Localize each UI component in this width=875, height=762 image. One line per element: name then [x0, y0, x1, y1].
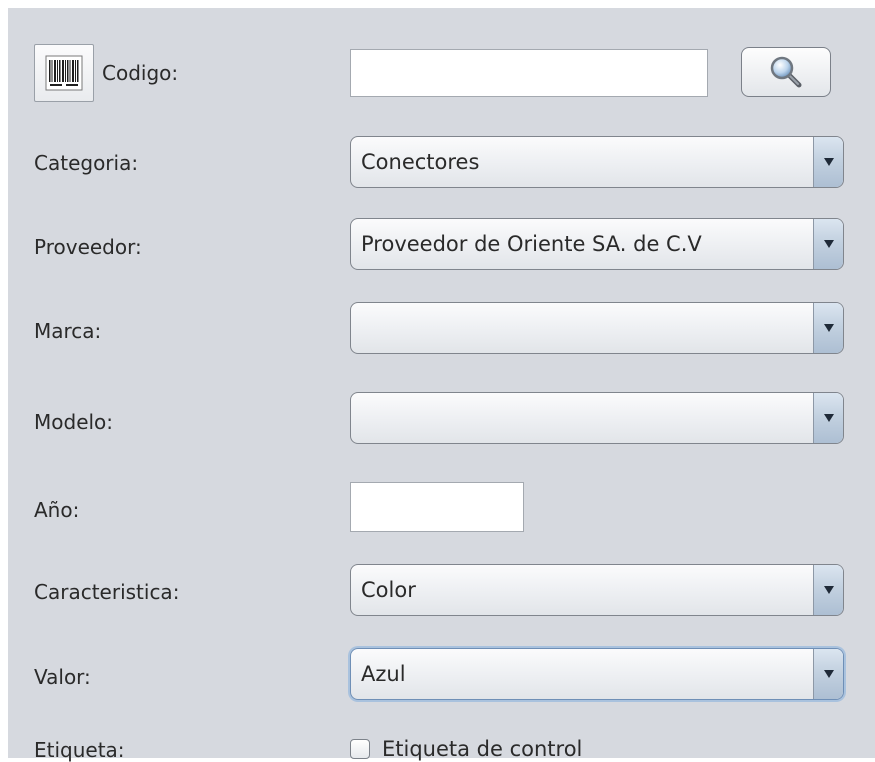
chevron-down-icon — [823, 414, 834, 422]
etiqueta-control-checkbox-label[interactable]: Etiqueta de control — [382, 737, 582, 761]
codigo-label: Codigo: — [102, 61, 179, 85]
proveedor-select[interactable]: Proveedor de Oriente SA. de C.V — [350, 218, 844, 270]
chevron-down-icon — [823, 670, 834, 678]
chevron-down-icon — [823, 158, 834, 166]
caracteristica-select[interactable]: Color — [350, 564, 844, 616]
valor-selected-value: Azul — [361, 662, 406, 686]
categoria-label: Categoria: — [34, 151, 139, 175]
chevron-down-icon — [823, 324, 834, 332]
valor-dropdown-arrow[interactable] — [813, 649, 843, 699]
caracteristica-dropdown-arrow[interactable] — [813, 565, 843, 615]
categoria-dropdown-arrow[interactable] — [813, 137, 843, 187]
modelo-label: Modelo: — [34, 410, 114, 434]
anio-input[interactable] — [350, 482, 524, 532]
modelo-dropdown-arrow[interactable] — [813, 393, 843, 443]
caracteristica-selected-value: Color — [361, 578, 416, 602]
proveedor-label: Proveedor: — [34, 235, 142, 259]
chevron-down-icon — [823, 586, 834, 594]
proveedor-selected-value: Proveedor de Oriente SA. de C.V — [361, 232, 702, 256]
marca-dropdown-arrow[interactable] — [813, 303, 843, 353]
anio-label: Año: — [34, 498, 80, 522]
barcode-icon — [45, 55, 83, 91]
chevron-down-icon — [823, 240, 834, 248]
categoria-select[interactable]: Conectores — [350, 136, 844, 188]
etiqueta-label: Etiqueta: — [34, 738, 125, 762]
etiqueta-control-checkbox-group[interactable]: Etiqueta de control — [350, 736, 582, 762]
search-button[interactable] — [741, 47, 831, 97]
proveedor-dropdown-arrow[interactable] — [813, 219, 843, 269]
valor-select[interactable]: Azul — [350, 648, 844, 700]
valor-label: Valor: — [34, 665, 91, 689]
caracteristica-label: Caracteristica: — [34, 580, 180, 604]
modelo-select[interactable] — [350, 392, 844, 444]
magnifier-icon — [770, 56, 802, 88]
etiqueta-control-checkbox[interactable] — [350, 739, 370, 759]
product-form-panel: Codigo: Categoria: Conectores Proveedor:… — [8, 8, 875, 762]
marca-label: Marca: — [34, 319, 102, 343]
codigo-input[interactable] — [350, 49, 708, 97]
barcode-scan-button[interactable] — [34, 44, 94, 102]
marca-select[interactable] — [350, 302, 844, 354]
categoria-selected-value: Conectores — [361, 150, 480, 174]
